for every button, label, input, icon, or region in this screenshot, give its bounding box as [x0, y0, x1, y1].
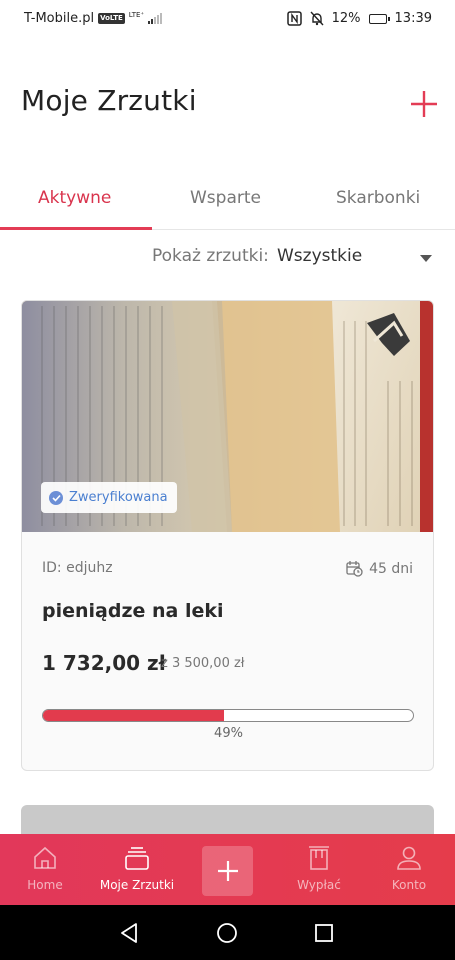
chevron-down-icon — [420, 255, 432, 262]
plus-icon — [217, 861, 238, 881]
days-left-label: 45 dni — [369, 560, 413, 577]
page-title: Moje Zrzutki — [21, 84, 197, 117]
back-icon[interactable] — [118, 922, 140, 944]
raised-amount: 1 732,00 zł — [42, 651, 167, 675]
battery-percent: 12% — [331, 11, 361, 26]
signal-icon — [148, 13, 163, 24]
home-icon — [34, 846, 56, 869]
filter-dropdown[interactable]: Pokaż zrzutki: Wszystkie — [152, 246, 442, 270]
nfc-icon — [286, 11, 302, 26]
carrier-name: T-Mobile.pl — [24, 11, 95, 26]
nav-konto-label: Konto — [391, 878, 427, 892]
nav-moje-zrzutki-label: Moje Zrzutki — [99, 878, 175, 892]
status-left: T-Mobile.pl VoLTE LTE⁺ — [24, 11, 163, 26]
campaign-title: pieniądze na leki — [42, 600, 224, 622]
filter-label: Pokaż zrzutki: — [152, 246, 269, 266]
campaign-id: ID: edjuhz — [42, 560, 113, 576]
tab-bar: Aktywne Wsparte Skarbonki — [0, 170, 455, 230]
bottom-nav: Home Moje Zrzutki Wypłać Konto — [0, 834, 455, 905]
battery-icon — [368, 13, 390, 24]
days-left: 45 dni — [346, 560, 413, 577]
filter-value: Wszystkie — [277, 246, 363, 266]
progress-percent: 49% — [214, 726, 243, 741]
campaign-photo: Zweryfikowana — [22, 301, 433, 532]
clock: 13:39 — [394, 11, 432, 26]
volte-badge: VoLTE — [98, 13, 125, 24]
verified-badge: Zweryfikowana — [41, 482, 177, 513]
status-bar: T-Mobile.pl VoLTE LTE⁺ 12% 13:39 — [0, 0, 455, 38]
verified-label: Zweryfikowana — [69, 490, 168, 505]
mute-bell-icon — [310, 11, 324, 26]
nav-wyplac-label: Wypłać — [297, 878, 341, 892]
wallet-icon — [309, 846, 329, 870]
status-right: 12% 13:39 — [286, 11, 432, 26]
user-icon — [397, 846, 421, 870]
nav-home[interactable]: Home — [22, 834, 68, 905]
nav-moje-zrzutki[interactable]: Moje Zrzutki — [96, 834, 178, 905]
nav-home-label: Home — [27, 878, 63, 892]
nav-konto[interactable]: Konto — [386, 834, 432, 905]
system-nav-bar — [0, 905, 455, 960]
goal-amount: z 3 500,00 zł — [161, 656, 245, 671]
nav-add-button[interactable] — [202, 846, 253, 896]
tab-skarbonki[interactable]: Skarbonki — [336, 188, 420, 208]
progress-bar — [42, 709, 414, 722]
stack-icon — [125, 847, 149, 870]
tab-active-indicator — [0, 227, 152, 230]
tab-aktywne[interactable]: Aktywne — [38, 188, 111, 208]
recents-icon[interactable] — [314, 923, 334, 943]
tab-wsparte[interactable]: Wsparte — [190, 188, 261, 208]
lte-indicator: LTE⁺ — [128, 11, 145, 19]
progress-fill — [43, 710, 225, 721]
nav-wyplac[interactable]: Wypłać — [294, 834, 344, 905]
home-circle-icon[interactable] — [216, 922, 238, 944]
calendar-clock-icon — [346, 561, 363, 577]
check-icon — [49, 490, 63, 505]
plus-icon[interactable] — [408, 88, 440, 120]
campaign-card[interactable]: Zweryfikowana ID: edjuhz 45 dni pieniądz… — [21, 300, 434, 771]
